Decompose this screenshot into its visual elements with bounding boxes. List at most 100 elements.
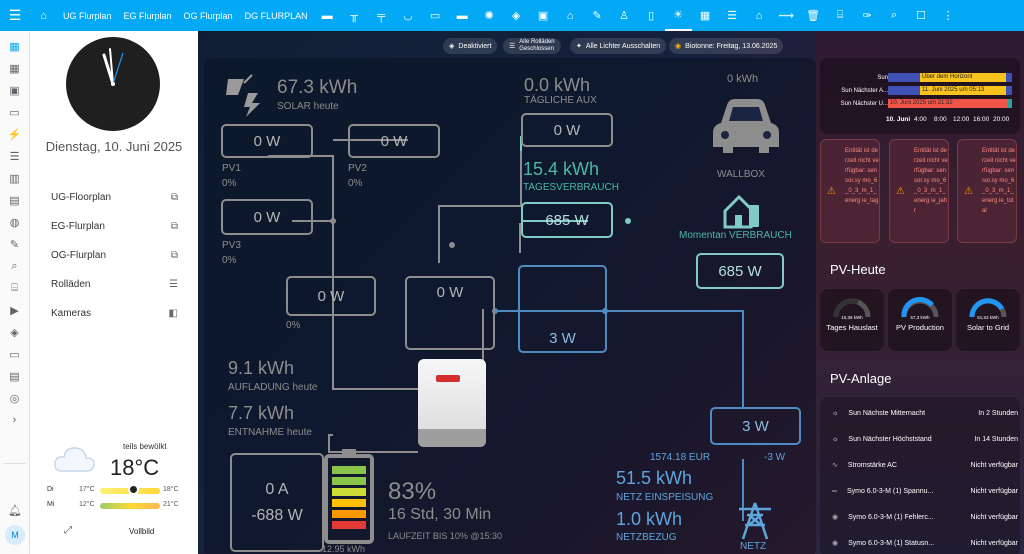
inverter-image: [418, 359, 486, 447]
tab-og-flurplan[interactable]: OG Flurplan: [178, 0, 239, 31]
entity-value: In 14 Stunden: [974, 435, 1018, 443]
pv1-box[interactable]: 0 W: [221, 124, 313, 158]
table-icon[interactable]: ╥: [341, 0, 368, 31]
aux-box[interactable]: 0 W: [521, 113, 613, 147]
avatar[interactable]: M: [5, 525, 25, 545]
chair-icon[interactable]: ╤: [368, 0, 395, 31]
fullscreen-button[interactable]: Vollbild: [129, 527, 154, 536]
dc-box[interactable]: 0 W: [286, 276, 376, 316]
gauge-card-hauslast[interactable]: 15,38 kWh Tages Hauslast: [820, 289, 884, 351]
nav-label: UG-Floorplan: [51, 191, 112, 203]
tab-dg-flurplan[interactable]: DG FLURPLAN: [239, 0, 314, 31]
sidebar-file-search-icon[interactable]: ⌕: [0, 255, 29, 277]
bathtub-icon[interactable]: ◡: [395, 0, 422, 31]
transmission-tower-icon: [739, 502, 771, 540]
sidebar-calendar-icon[interactable]: ▤: [0, 189, 29, 211]
warning-icon: ⚠: [896, 186, 905, 197]
entity-row[interactable]: ◉ Symo 6.0-3-M (1) Fehlerc... Nicht verfüg…: [832, 504, 1018, 530]
sidebar-clipboard-icon[interactable]: ▤: [0, 365, 29, 387]
current-usage-box[interactable]: 685 W: [696, 253, 784, 289]
menu-icon[interactable]: ☰: [0, 7, 30, 24]
ceiling-light-icon[interactable]: ✺: [476, 0, 503, 31]
sidebar-list-icon[interactable]: ☰: [0, 145, 29, 167]
fullscreen-icon[interactable]: ⤢: [64, 525, 72, 536]
battery-current-box[interactable]: 0 A -688 W: [230, 453, 324, 552]
tab-ug-flurplan[interactable]: UG Flurplan: [57, 0, 118, 31]
playstation-icon[interactable]: ◈: [503, 0, 530, 31]
grid-icon[interactable]: ▦: [692, 0, 719, 31]
server-icon[interactable]: ☰: [719, 0, 746, 31]
sidebar-compass-icon[interactable]: ◎: [0, 387, 29, 409]
gauge-card-pv-production[interactable]: 67,3 kWh PV Production: [888, 289, 952, 351]
sidebar-monitor-icon[interactable]: ▭: [0, 101, 29, 123]
nav-kameras[interactable]: Kameras ◧: [30, 301, 198, 325]
tab-eg-flurplan[interactable]: EG Flurplan: [118, 0, 178, 31]
tools-icon[interactable]: ✎: [584, 0, 611, 31]
sofa-icon[interactable]: ▬: [314, 0, 341, 31]
nav-rollaeden[interactable]: Rolläden ☰: [30, 272, 198, 296]
sun-timeline-card[interactable]: Sun Über dem Horizont Sun Nächster A... …: [820, 58, 1020, 134]
eye-icon: ◉: [832, 540, 839, 547]
sun-next-set-marker: [1008, 99, 1012, 108]
current-usage-label: Momentan VERBRAUCH: [679, 230, 792, 241]
bed-double-icon[interactable]: ▭: [422, 0, 449, 31]
entity-value: Nicht verfügbar: [970, 487, 1018, 495]
fridge-icon[interactable]: ▯: [638, 0, 665, 31]
warning-card[interactable]: ⚠ Entität ist derzeit nicht verfügbar: se…: [820, 139, 880, 243]
sidebar-energy-icon[interactable]: ⚡: [0, 123, 29, 145]
notifications-icon[interactable]: 🔔︎: [0, 499, 30, 521]
gauge-card-solar-to-grid[interactable]: 51,53 kWh Solar to Grid: [956, 289, 1020, 351]
sidebar-globe-icon[interactable]: ◍: [0, 211, 29, 233]
entity-row[interactable]: ∿ Stromstärke AC Nicht verfügbar: [832, 452, 1018, 478]
bed-icon[interactable]: ▬: [449, 0, 476, 31]
weather-card[interactable]: teils bewölkt 18°C Di 17°C 18°C Mi 12°C …: [30, 439, 198, 554]
home-icon[interactable]: ⌂: [30, 0, 57, 31]
floor-plan-icon: ⧉: [170, 191, 178, 203]
sidebar-playstation-icon[interactable]: ◈: [0, 321, 29, 343]
entity-name: Sun Nächste Mitternacht: [848, 409, 926, 417]
pv2-label: PV2: [348, 163, 367, 174]
feed-in-label: NETZ EINSPEISUNG: [616, 492, 714, 503]
entity-row[interactable]: ☼ Sun Nächster Höchststand In 14 Stunden: [832, 426, 1018, 452]
nav-ug-floorplan[interactable]: UG-Floorplan ⧉: [30, 185, 198, 209]
entity-name: Sun Nächster Höchststand: [848, 435, 932, 443]
trash-icon[interactable]: 🗑: [800, 0, 827, 31]
forecast-high: 21°C: [163, 501, 179, 508]
entity-row[interactable]: ◉ Symo 6.0-3-M (1) Statusn... Nicht verfüg…: [832, 530, 1018, 554]
solar-power-icon[interactable]: ☀: [664, 0, 692, 31]
sidebar-store-icon[interactable]: ⌸: [0, 277, 29, 299]
grid-flow-box[interactable]: 3 W: [518, 265, 607, 353]
bank-icon[interactable]: ⌸: [827, 0, 854, 31]
inverter-box[interactable]: 0 W: [405, 276, 495, 350]
sidebar-overview-icon[interactable]: ▦: [0, 35, 29, 57]
pv2-power: 0 W: [380, 132, 408, 150]
sidebar-code-icon[interactable]: ›: [0, 409, 29, 431]
house-icon[interactable]: ⌂: [746, 0, 773, 31]
sun-next-set-bar: 10. Juni 2025 um 21:32: [888, 99, 1012, 108]
entity-row[interactable]: ═ Symo 6.0-3-M (1) Spannu... Nicht verfügb…: [832, 478, 1018, 504]
warning-card[interactable]: ⚠ Entität ist derzeit nicht verfügbar: se…: [889, 139, 949, 243]
garage-icon[interactable]: ⌂: [557, 0, 584, 31]
nav-og-flurplan[interactable]: OG-Flurplan ⧉: [30, 243, 198, 267]
sidebar-chart-icon[interactable]: ▥: [0, 167, 29, 189]
entity-row[interactable]: ☼ Sun Nächste Mitternacht In 2 Stunden: [832, 400, 1018, 426]
person-icon[interactable]: ♙: [611, 0, 638, 31]
sidebar-wrench-icon[interactable]: ✎: [0, 233, 29, 255]
sidebar-dashboard-icon[interactable]: ▦: [0, 57, 29, 79]
meter-box[interactable]: 3 W: [710, 407, 801, 445]
sidebar-terminal-icon[interactable]: ▭: [0, 343, 29, 365]
wrench-icon[interactable]: ✑: [854, 0, 881, 31]
remote-icon[interactable]: ⟿: [773, 0, 800, 31]
assist-icon[interactable]: ☐: [908, 0, 935, 31]
search-icon[interactable]: ⌕: [881, 0, 908, 31]
pv3-box[interactable]: 0 W: [221, 199, 313, 235]
washer-icon[interactable]: ▣: [530, 0, 557, 31]
battery-watts: -688 W: [251, 506, 303, 524]
sidebar-account-icon[interactable]: ▣: [0, 79, 29, 101]
pv2-box[interactable]: 0 W: [348, 124, 440, 158]
warning-card[interactable]: ⚠ Entität ist derzeit nicht verfügbar: se…: [957, 139, 1017, 243]
house-box[interactable]: 685 W: [521, 202, 613, 238]
nav-eg-flurplan[interactable]: EG-Flurplan ⧉: [30, 214, 198, 238]
more-icon[interactable]: ⋮: [935, 0, 962, 31]
sidebar-media-icon[interactable]: ▶: [0, 299, 29, 321]
